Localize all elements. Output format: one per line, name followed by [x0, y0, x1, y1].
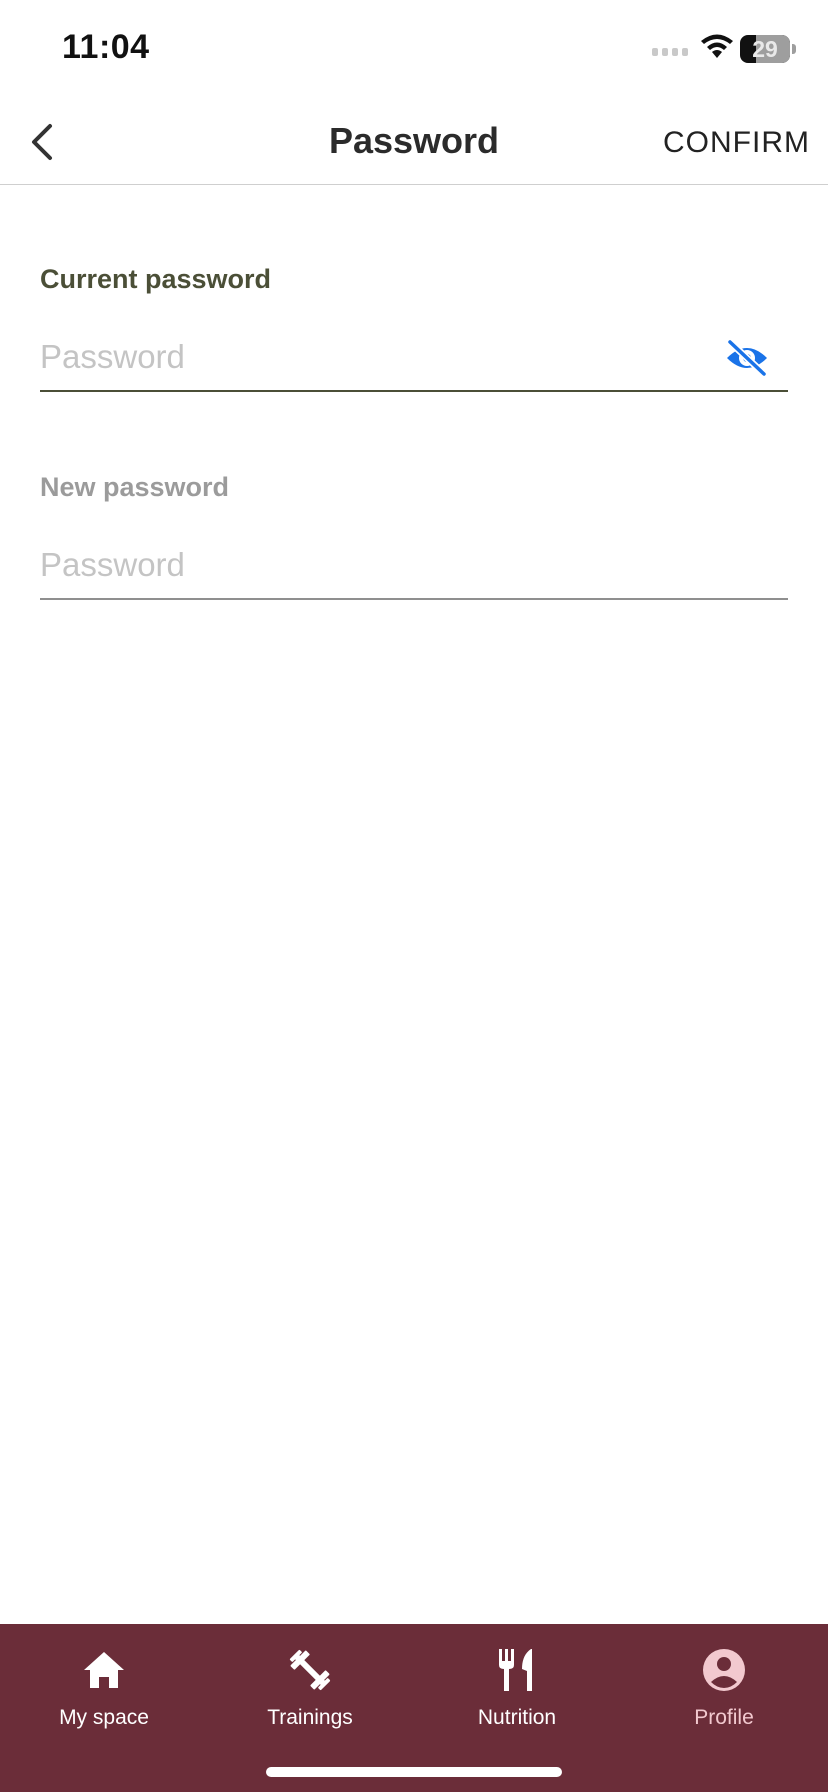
tab-nutrition[interactable]: Nutrition — [427, 1642, 607, 1730]
tab-my-space[interactable]: My space — [14, 1642, 194, 1730]
current-password-label: Current password — [40, 264, 272, 294]
current-password-input[interactable] — [40, 332, 720, 382]
confirm-button[interactable]: CONFIRM — [663, 126, 810, 160]
fork-knife-icon — [499, 1649, 532, 1691]
status-bar: 11:04 29 — [0, 0, 828, 100]
battery-icon: 29 — [740, 35, 790, 63]
new-password-label: New password — [40, 472, 230, 502]
status-time: 11:04 — [62, 28, 150, 66]
tab-label: Nutrition — [477, 1706, 557, 1729]
navigation-bar: Password CONFIRM — [0, 100, 828, 185]
new-password-field — [40, 540, 788, 600]
eye-slash-icon[interactable] — [724, 338, 770, 378]
dumbbell-icon — [289, 1649, 331, 1691]
tab-profile[interactable]: Profile — [634, 1642, 814, 1730]
current-password-field — [40, 332, 788, 392]
home-indicator — [266, 1767, 562, 1777]
cellular-signal-icon — [652, 48, 688, 56]
home-icon — [84, 1652, 124, 1688]
wifi-icon — [701, 34, 733, 58]
tab-label: Profile — [694, 1706, 754, 1729]
tab-trainings[interactable]: Trainings — [220, 1642, 400, 1730]
new-password-input[interactable] — [40, 540, 720, 590]
tab-label: Trainings — [267, 1706, 353, 1729]
tab-label: My space — [59, 1706, 149, 1729]
battery-level: 29 — [752, 36, 778, 62]
profile-icon — [703, 1649, 745, 1691]
